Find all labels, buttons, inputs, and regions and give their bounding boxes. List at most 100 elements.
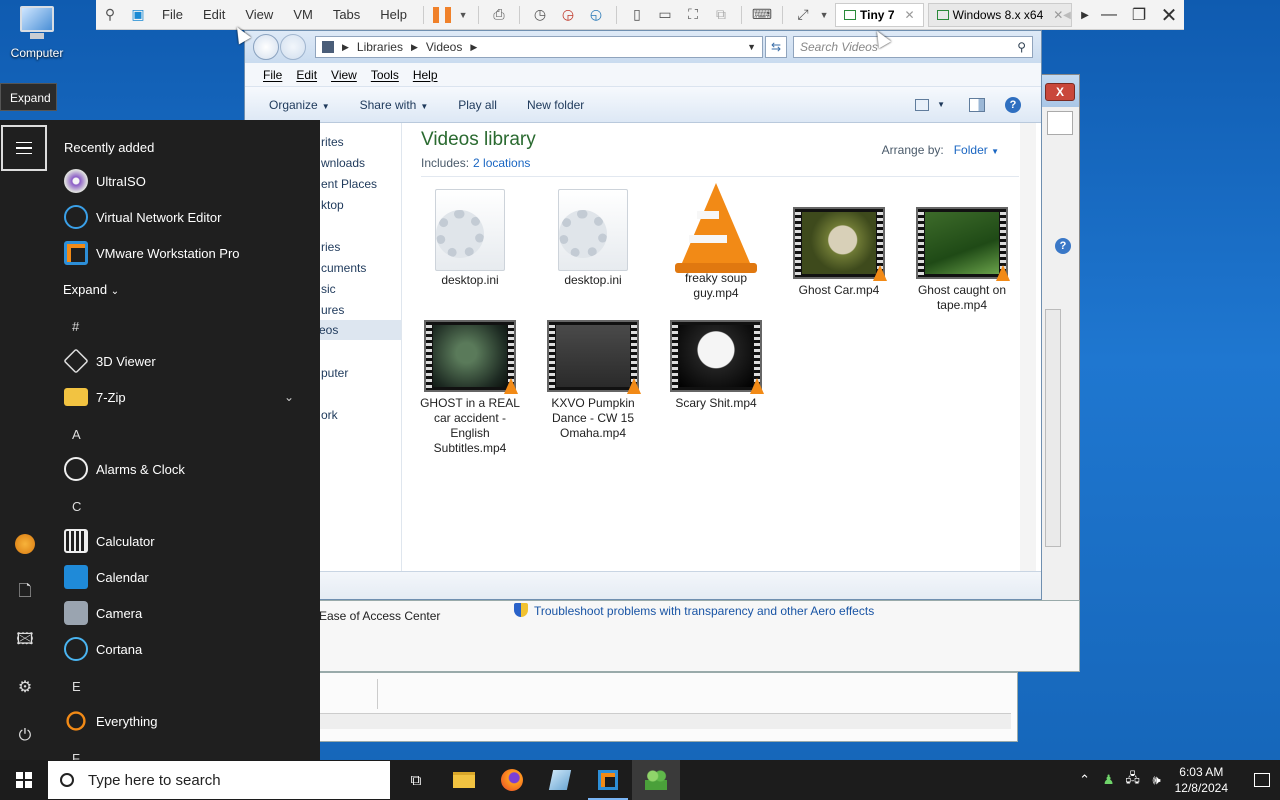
notification-center-icon[interactable] [1244, 760, 1280, 800]
power-icon[interactable]: ⏻ [14, 725, 36, 747]
vm-menu-edit[interactable]: Edit [193, 0, 235, 30]
sidebar-icon[interactable]: ▯ [623, 0, 651, 30]
send-keys-icon[interactable]: ⎙ [485, 0, 513, 30]
vm-menu-file[interactable]: File [152, 0, 193, 30]
arrange-dropdown[interactable]: Folder ▼ [954, 143, 999, 157]
network-icon[interactable]: 🖧 [1121, 769, 1145, 791]
search-input[interactable]: Search Videos ⚲ [793, 36, 1033, 58]
volume-icon[interactable]: 🕪 [1145, 772, 1169, 788]
pictures-icon[interactable]: 🖾 [14, 629, 36, 651]
taskbar-network-app[interactable] [632, 760, 680, 800]
nav-item-network[interactable]: ork [321, 408, 338, 422]
app-vmware-workstation[interactable]: VMware Workstation Pro [64, 239, 314, 267]
taskbar-firefox[interactable] [488, 760, 536, 800]
hamburger-menu-button[interactable] [1, 125, 47, 171]
share-with-button[interactable]: Share with ▼ [360, 98, 429, 112]
vm-menu-help[interactable]: Help [370, 0, 417, 30]
app-camera[interactable]: Camera [64, 599, 314, 627]
minimize-button[interactable]: — [1094, 0, 1124, 30]
nav-item-libraries[interactable]: ries [321, 240, 340, 254]
chevron-down-icon[interactable]: ▼ [937, 100, 945, 109]
nav-item-pictures[interactable]: ures [321, 303, 344, 317]
section-letter[interactable]: A [72, 427, 81, 442]
stretch-icon[interactable]: ⤢ [789, 0, 817, 30]
nav-item-desktop[interactable]: ktop [321, 198, 344, 212]
organize-button[interactable]: Organize ▼ [269, 98, 330, 112]
app-virtual-network-editor[interactable]: Virtual Network Editor [64, 203, 314, 231]
refresh-button[interactable]: ⇆ [765, 36, 787, 58]
section-letter[interactable]: # [72, 319, 79, 334]
task-view-button[interactable]: ⧉ [392, 760, 440, 800]
app-ultraiso[interactable]: UltraISO [64, 167, 314, 195]
thumbnail-bar-icon[interactable]: ▭ [651, 0, 679, 30]
forward-button[interactable] [280, 34, 306, 60]
console-icon[interactable]: ⌨ [748, 0, 776, 30]
taskbar-file-explorer[interactable] [440, 760, 488, 800]
app-7-zip[interactable]: 7-Zip ⌄ [64, 383, 314, 411]
file-item[interactable]: freaky soup guy.mp4 [661, 183, 771, 301]
help-icon[interactable]: ? [1055, 238, 1071, 254]
nav-item-downloads[interactable]: wnloads [321, 156, 365, 170]
nav-item-documents[interactable]: cuments [321, 261, 366, 275]
app-calculator[interactable]: Calculator [64, 527, 314, 555]
snapshot-manager-icon[interactable]: ◵ [582, 0, 610, 30]
close-tab-icon[interactable]: ✕ [905, 8, 915, 22]
tab-tiny-7[interactable]: Tiny 7 ✕ [835, 2, 924, 27]
back-button[interactable] [253, 34, 279, 60]
start-button[interactable] [0, 760, 48, 800]
play-all-button[interactable]: Play all [458, 98, 497, 112]
section-letter[interactable]: C [72, 499, 81, 514]
vm-menu-vm[interactable]: VM [283, 0, 323, 30]
file-item[interactable]: Ghost caught on tape.mp4 [907, 207, 1017, 313]
fullscreen-icon[interactable]: ⛶ [679, 0, 707, 30]
horizontal-scrollbar[interactable] [303, 713, 1011, 729]
revert-snapshot-icon[interactable]: ◶ [554, 0, 582, 30]
chevron-up-icon[interactable]: ⌃ [1073, 772, 1097, 788]
taskbar-vmware[interactable] [584, 760, 632, 800]
file-item[interactable]: desktop.ini [415, 189, 525, 288]
taskbar-search-input[interactable]: Type here to search [48, 761, 390, 799]
help-icon[interactable]: ? [1005, 96, 1021, 113]
chevron-down-icon[interactable]: ▼ [747, 42, 756, 52]
new-folder-button[interactable]: New folder [527, 98, 584, 112]
menu-tools[interactable]: Tools [371, 68, 399, 82]
section-letter[interactable]: E [72, 679, 81, 694]
file-item[interactable]: Scary Shit.mp4 [661, 320, 771, 411]
search-icon[interactable] [1047, 111, 1073, 135]
tab-windows-8[interactable]: Windows 8.x x64 ✕ [927, 2, 1073, 27]
chevron-down-icon[interactable]: ▼ [817, 0, 831, 30]
breadcrumb-videos[interactable]: Videos [426, 40, 462, 54]
pause-button[interactable] [430, 0, 454, 30]
app-calendar[interactable]: Calendar [64, 563, 314, 591]
people-icon[interactable]: ♟ [1097, 772, 1121, 788]
vertical-scrollbar[interactable] [1020, 123, 1036, 573]
file-item[interactable]: KXVO Pumpkin Dance - CW 15 Omaha.mp4 [538, 320, 648, 441]
menu-help[interactable]: Help [413, 68, 438, 82]
close-button[interactable]: ✕ [1154, 0, 1184, 30]
nav-item-computer[interactable]: puter [321, 366, 348, 380]
troubleshoot-link[interactable]: Troubleshoot problems with transparency … [514, 603, 874, 618]
app-cortana[interactable]: Cortana [64, 635, 314, 663]
scrollbar[interactable] [1045, 309, 1061, 547]
settings-gear-icon[interactable]: ⚙ [14, 677, 36, 699]
locations-link[interactable]: 2 locations [473, 156, 530, 170]
restore-button[interactable]: ❐ [1124, 0, 1154, 30]
menu-edit[interactable]: Edit [296, 68, 317, 82]
change-view-icon[interactable] [915, 98, 930, 111]
expand-button[interactable]: Expand ⌄ [63, 282, 119, 297]
clock[interactable]: 6:03 AM 12/8/2024 [1175, 764, 1228, 796]
unity-icon[interactable]: ⧉ [707, 0, 735, 30]
scroll-left-icon[interactable]: ◀ [1058, 0, 1076, 30]
scroll-right-icon[interactable]: ▶ [1076, 0, 1094, 30]
pin-icon[interactable]: ⚲ [96, 0, 124, 30]
nav-item-videos[interactable]: eos [315, 320, 401, 340]
nav-item-favorites[interactable]: rites [321, 135, 344, 149]
taskbar-notepad-app[interactable] [536, 760, 584, 800]
vm-menu-tabs[interactable]: Tabs [323, 0, 370, 30]
chevron-down-icon[interactable]: ⌄ [284, 390, 294, 404]
file-item[interactable]: Ghost Car.mp4 [784, 207, 894, 298]
ease-of-access-link[interactable]: Ease of Access Center [319, 609, 440, 623]
breadcrumb-libraries[interactable]: Libraries [357, 40, 403, 54]
app-everything[interactable]: Everything [64, 707, 314, 735]
menu-view[interactable]: View [331, 68, 357, 82]
